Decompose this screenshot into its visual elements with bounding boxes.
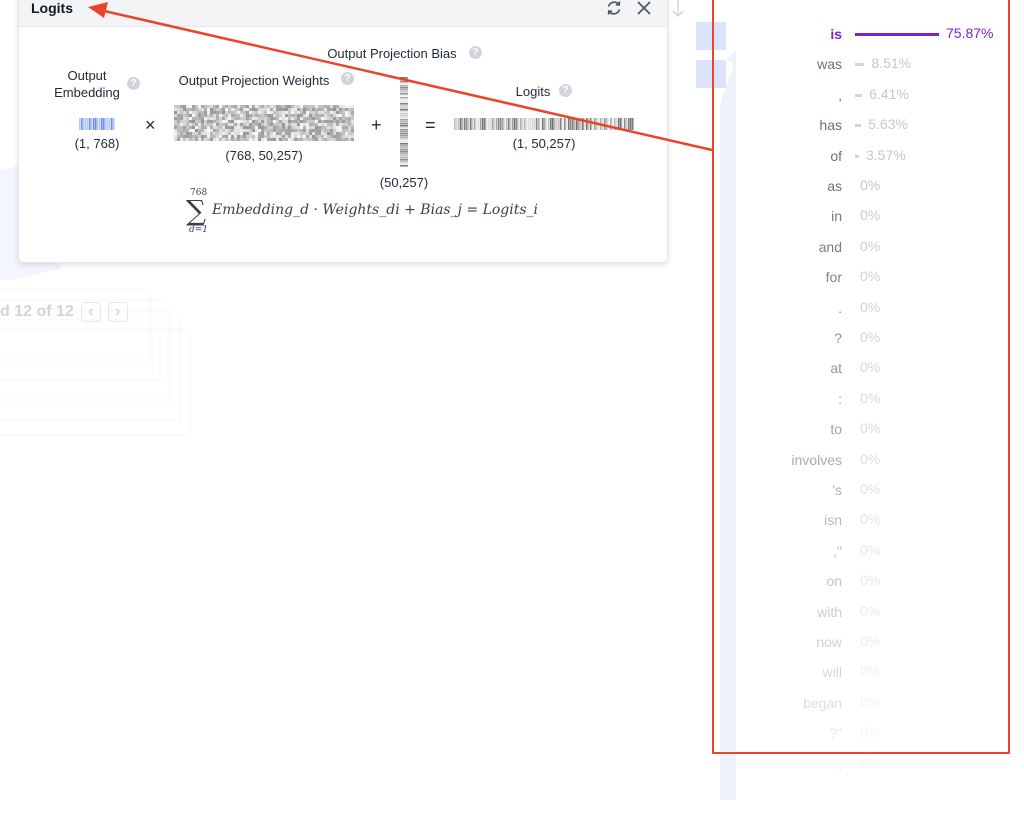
annotation-arrow xyxy=(88,2,713,152)
